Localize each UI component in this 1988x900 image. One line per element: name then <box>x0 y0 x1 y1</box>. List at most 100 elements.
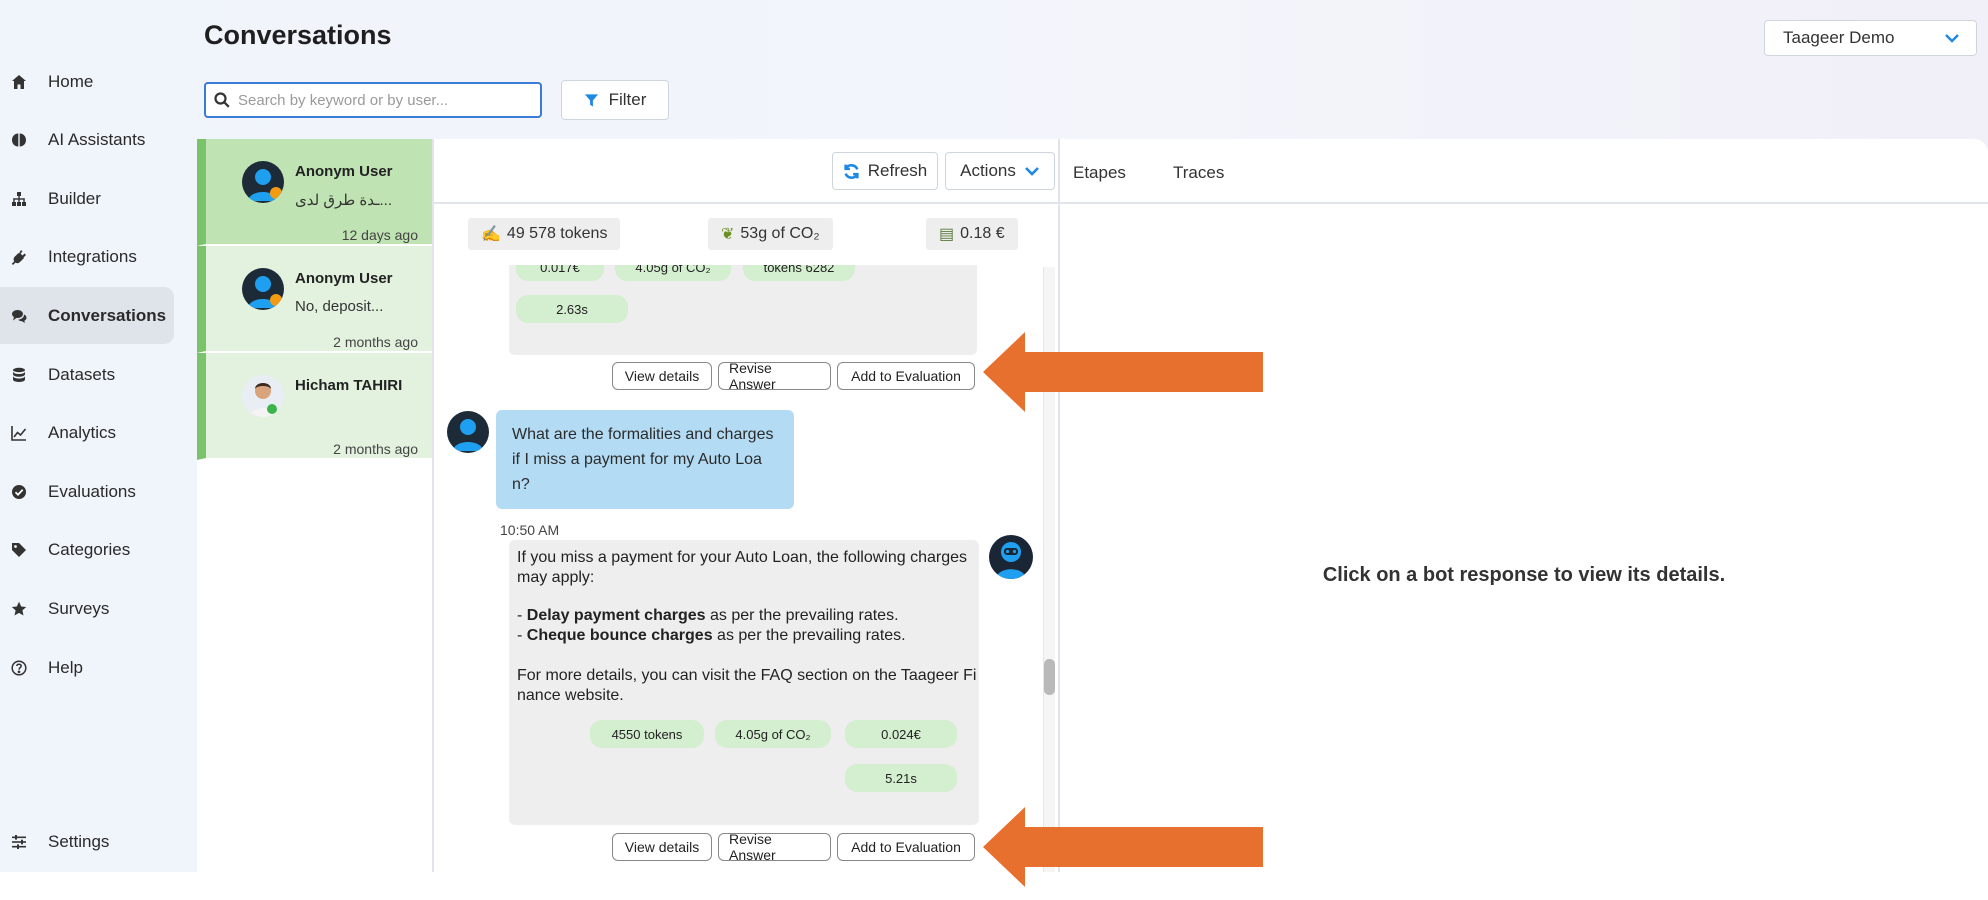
bot-bullet-bold: Delay payment charges <box>526 607 706 624</box>
view-details-button[interactable]: View details <box>612 362 712 390</box>
sidebar-item-ai-assistants[interactable]: AI Assistants <box>0 111 174 168</box>
tag-icon <box>10 541 28 559</box>
sidebar: Home AI Assistants Builder Integrations … <box>0 0 196 872</box>
tokens-pill: 4550 tokens <box>590 720 704 748</box>
chat-toolbar: Refresh Actions <box>434 139 1058 204</box>
search-box[interactable] <box>204 82 542 118</box>
revise-answer-button[interactable]: Revise Answer <box>718 831 831 863</box>
sidebar-item-settings[interactable]: Settings <box>0 813 174 870</box>
pencil-icon: ✍ <box>481 226 501 243</box>
conversation-preview: No, deposit... <box>295 298 384 315</box>
sidebar-item-label: Evaluations <box>48 481 136 501</box>
sidebar-item-label: Home <box>48 71 94 91</box>
avatar <box>242 375 284 417</box>
bot-message[interactable]: If you miss a payment for your Auto Loan… <box>509 540 979 825</box>
conversation-stats: ✍ 49 578 tokens ❦ 53g of CO₂ ▤ 0.18 € <box>434 205 1058 265</box>
user-message: What are the formalities and charges if … <box>496 410 794 509</box>
avatar <box>242 161 284 203</box>
sidebar-item-categories[interactable]: Categories <box>0 521 174 578</box>
search-input[interactable] <box>238 91 528 109</box>
sidebar-item-label: Datasets <box>48 364 116 384</box>
cost-pill: 0.017€ <box>516 265 604 281</box>
add-to-evaluation-button[interactable]: Add to Evaluation <box>837 362 975 390</box>
co2-pill: 4.05g of CO₂ <box>715 720 831 748</box>
cost-pill: 0.024€ <box>845 720 957 748</box>
sidebar-item-label: Help <box>48 657 83 677</box>
sidebar-item-label: Builder <box>48 188 101 208</box>
conversation-name: Anonym User <box>295 270 393 287</box>
co2-value: 53g of CO₂ <box>740 225 820 242</box>
sidebar-item-label: AI Assistants <box>48 129 146 149</box>
sidebar-item-builder[interactable]: Builder <box>0 170 174 227</box>
actions-dropdown[interactable]: Actions <box>945 152 1055 190</box>
tokens-value: 49 578 tokens <box>506 225 608 242</box>
tab-etapes[interactable]: Etapes <box>1073 163 1126 183</box>
home-icon <box>10 73 28 91</box>
tokens-pill: tokens 6282 <box>743 265 855 281</box>
refresh-button[interactable]: Refresh <box>832 152 938 190</box>
co2-stat: ❦ 53g of CO₂ <box>708 218 833 250</box>
sidebar-item-evaluations[interactable]: Evaluations <box>0 463 174 520</box>
search-icon <box>214 92 230 108</box>
view-details-button[interactable]: View details <box>612 833 712 861</box>
bullet-marker: - <box>517 607 527 624</box>
add-to-evaluation-button[interactable]: Add to Evaluation <box>837 833 975 861</box>
sidebar-item-integrations[interactable]: Integrations <box>0 228 174 285</box>
duration-pill: 2.63s <box>516 295 628 323</box>
duration-pill: 5.21s <box>845 764 957 792</box>
sprout-icon: ❦ <box>721 226 735 243</box>
sitemap-icon <box>10 190 28 208</box>
bot-avatar <box>989 535 1033 579</box>
conversation-time: 2 months ago <box>333 441 418 457</box>
sidebar-settings-label: Settings <box>48 831 110 851</box>
sidebar-item-datasets[interactable]: Datasets <box>0 346 174 403</box>
refresh-icon <box>844 163 859 179</box>
annotation-arrow <box>983 807 1263 887</box>
check-circle-icon <box>10 483 28 501</box>
help-circle-icon <box>10 659 28 677</box>
bot-message[interactable]: 0.017€ 4.05g of CO₂ tokens 6282 2.63s <box>509 265 977 355</box>
bot-bullet: - Cheque bounce charges as per the preva… <box>517 626 979 646</box>
conversation-name: Hicham TAHIRI <box>295 377 403 394</box>
money-icon: ▤ <box>939 226 955 243</box>
chat-scrollbar-thumb[interactable] <box>1044 659 1055 695</box>
bot-intro: If you miss a payment for your Auto Loan… <box>517 549 968 586</box>
sidebar-item-surveys[interactable]: Surveys <box>0 580 174 637</box>
chat-messages: 0.017€ 4.05g of CO₂ tokens 6282 2.63s Vi… <box>434 265 1058 872</box>
sidebar-item-analytics[interactable]: Analytics <box>0 404 174 461</box>
actions-label: Actions <box>960 161 1016 180</box>
revise-answer-button[interactable]: Revise Answer <box>718 360 831 392</box>
bot-bullet-bold: Cheque bounce charges <box>526 627 713 644</box>
chevron-down-icon <box>1945 34 1959 43</box>
filter-button[interactable]: Filter <box>561 80 669 120</box>
details-empty-message: Click on a bot response to view its deta… <box>1322 564 1726 586</box>
sidebar-item-home[interactable]: Home <box>0 53 174 110</box>
conversation-item[interactable]: Anonym User ...ـدة طرق لدى 12 days ago <box>197 139 432 246</box>
bot-bullet-text: as per the prevailing rates. <box>712 627 906 644</box>
details-panel: Etapes Traces Click on a bot response to… <box>1060 139 1988 872</box>
cost-stat: ▤ 0.18 € <box>926 218 1018 250</box>
conversation-time: 2 months ago <box>333 334 418 350</box>
sidebar-item-conversations[interactable]: Conversations <box>0 287 174 344</box>
conversation-item[interactable]: Hicham TAHIRI 2 months ago <box>197 353 432 460</box>
workspace-select[interactable]: Taageer Demo <box>1764 20 1977 56</box>
bot-message-text: If you miss a payment for your Auto Loan… <box>517 548 979 706</box>
brain-icon <box>10 131 28 149</box>
sidebar-item-label: Analytics <box>48 422 117 442</box>
sidebar-item-label: Conversations <box>48 305 167 325</box>
cost-value: 0.18 € <box>960 225 1005 242</box>
conversation-item[interactable]: Anonym User No, deposit... 2 months ago <box>197 246 432 353</box>
filter-icon <box>584 93 598 107</box>
tab-traces[interactable]: Traces <box>1173 163 1224 183</box>
workspace-selected-value: Taageer Demo <box>1783 28 1895 47</box>
filter-label: Filter <box>608 90 647 109</box>
chat-panel: Refresh Actions ✍ 49 578 tokens ❦ 53g of… <box>432 139 1060 872</box>
sidebar-item-label: Integrations <box>48 246 137 266</box>
line-chart-icon <box>10 424 28 442</box>
sidebar-item-label: Surveys <box>48 598 110 618</box>
bot-bullet-text: as per the prevailing rates. <box>705 607 899 624</box>
chat-icon <box>10 307 28 325</box>
avatar <box>242 268 284 310</box>
message-time: 10:50 AM <box>500 522 560 538</box>
sidebar-item-help[interactable]: Help <box>0 639 174 696</box>
